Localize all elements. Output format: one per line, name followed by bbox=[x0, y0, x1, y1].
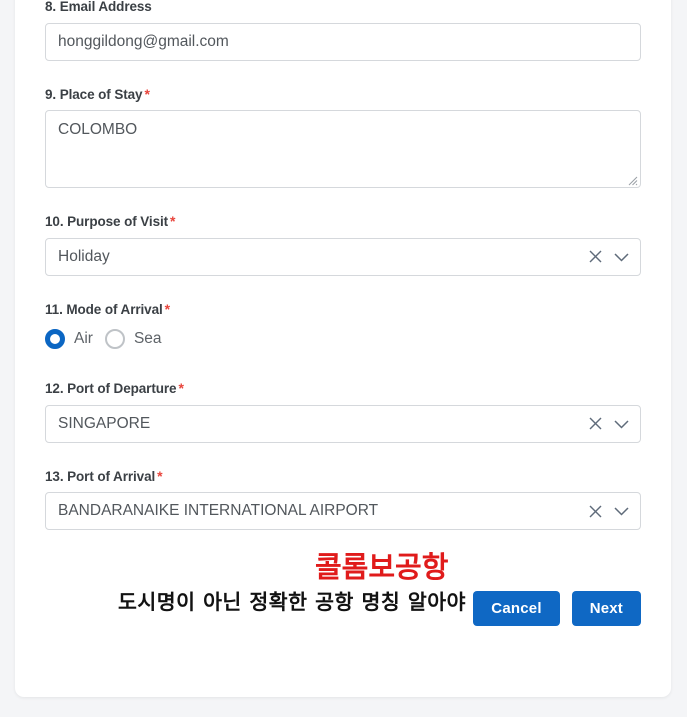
label-place-of-stay: 9. Place of Stay * bbox=[45, 87, 641, 102]
email-address-value: honggildong@gmail.com bbox=[58, 32, 229, 50]
clear-icon[interactable] bbox=[588, 249, 603, 264]
select-actions bbox=[588, 239, 630, 275]
select-actions bbox=[588, 493, 630, 529]
radio-label-sea: Sea bbox=[133, 330, 162, 347]
next-button[interactable]: Next bbox=[571, 591, 641, 626]
form-actions: Cancel Next bbox=[45, 591, 641, 626]
required-asterisk: * bbox=[157, 467, 163, 484]
field-port-of-departure: 12. Port of Departure * SINGAPORE bbox=[45, 381, 641, 443]
chevron-down-icon[interactable] bbox=[613, 505, 630, 517]
email-address-input[interactable]: honggildong@gmail.com bbox=[45, 22, 641, 61]
label-purpose-of-visit: 10. Purpose of Visit * bbox=[45, 214, 641, 229]
place-of-stay-value: COLOMBO bbox=[58, 121, 138, 138]
field-purpose-of-visit: 10. Purpose of Visit * Holiday bbox=[45, 214, 641, 276]
select-actions bbox=[588, 406, 630, 442]
chevron-down-icon[interactable] bbox=[613, 251, 630, 263]
label-port-of-arrival: 13. Port of Arrival * bbox=[45, 469, 641, 484]
annotation-airport-name: 콜롬보공항 bbox=[315, 550, 449, 584]
label-text: 10. Purpose of Visit bbox=[45, 214, 169, 229]
field-place-of-stay: 9. Place of Stay * COLOMBO bbox=[45, 87, 641, 188]
label-mode-of-arrival: 11. Mode of Arrival * bbox=[45, 302, 641, 317]
field-email-address: 8. Email Address honggildong@gmail.com bbox=[45, 0, 641, 61]
radio-indicator-air[interactable] bbox=[45, 329, 65, 349]
chevron-down-icon[interactable] bbox=[613, 418, 630, 430]
form-body: 8. Email Address honggildong@gmail.com 9… bbox=[45, 0, 641, 530]
required-asterisk: * bbox=[170, 213, 176, 229]
port-of-arrival-select[interactable]: BANDARANAIKE INTERNATIONAL AIRPORT bbox=[45, 492, 641, 530]
port-of-arrival-value: BANDARANAIKE INTERNATIONAL AIRPORT bbox=[58, 502, 379, 519]
clear-icon[interactable] bbox=[588, 504, 603, 519]
port-of-departure-value: SINGAPORE bbox=[58, 414, 151, 432]
radio-option-sea[interactable]: Sea bbox=[104, 329, 162, 349]
required-asterisk: * bbox=[164, 300, 170, 317]
radio-indicator-sea[interactable] bbox=[104, 329, 125, 349]
clear-icon[interactable] bbox=[588, 416, 603, 431]
purpose-of-visit-value: Holiday bbox=[58, 247, 110, 265]
radio-label-air: Air bbox=[74, 330, 93, 347]
label-text: 11. Mode of Arrival bbox=[45, 301, 163, 317]
purpose-of-visit-select[interactable]: Holiday bbox=[45, 237, 641, 276]
field-mode-of-arrival: 11. Mode of Arrival * Air Sea bbox=[45, 302, 641, 354]
label-email-address: 8. Email Address bbox=[45, 0, 641, 14]
resize-grip-icon[interactable] bbox=[626, 173, 638, 186]
label-port-of-departure: 12. Port of Departure * bbox=[45, 381, 641, 396]
radio-option-air[interactable]: Air bbox=[45, 329, 93, 349]
port-of-departure-select[interactable]: SINGAPORE bbox=[45, 404, 641, 443]
required-asterisk: * bbox=[178, 380, 184, 396]
mode-of-arrival-radio-group: Air Sea bbox=[45, 325, 641, 353]
place-of-stay-textarea[interactable]: COLOMBO bbox=[45, 110, 641, 188]
field-port-of-arrival: 13. Port of Arrival * BANDARANAIKE INTERN… bbox=[45, 469, 641, 530]
label-text: 9. Place of Stay bbox=[45, 86, 143, 102]
form-card: 8. Email Address honggildong@gmail.com 9… bbox=[15, 0, 671, 697]
label-text: 8. Email Address bbox=[45, 0, 152, 14]
cancel-button[interactable]: Cancel bbox=[473, 591, 560, 626]
required-asterisk: * bbox=[144, 85, 150, 102]
label-text: 12. Port of Departure bbox=[45, 381, 177, 396]
label-text: 13. Port of Arrival bbox=[45, 468, 156, 484]
